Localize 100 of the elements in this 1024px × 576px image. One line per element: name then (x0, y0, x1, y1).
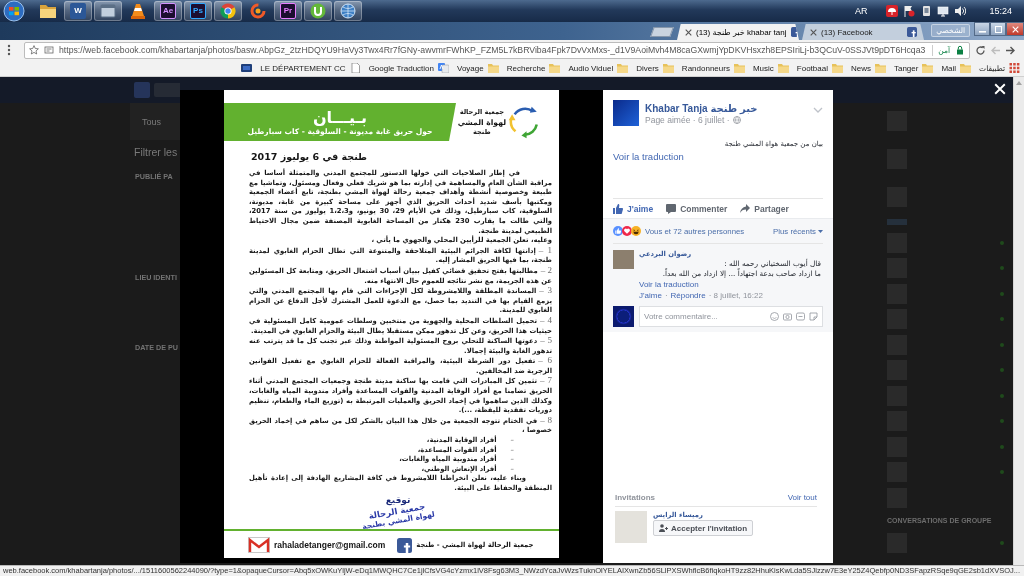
new-tab-button[interactable] (650, 27, 674, 37)
folder-icon (733, 63, 745, 73)
reload-icon[interactable] (975, 44, 986, 56)
disc-logo-icon (310, 3, 326, 19)
page-name[interactable]: Khabar Tanja خبر طنجة (645, 102, 758, 115)
scrollbar[interactable] (1013, 77, 1024, 565)
bookmark[interactable] (241, 63, 253, 73)
window-icon (100, 3, 116, 19)
heart-icon[interactable] (622, 226, 632, 236)
letter-tile: Ps (190, 3, 206, 19)
speaker-icon[interactable] (954, 5, 967, 17)
taskbar-button[interactable] (304, 1, 332, 21)
camera-icon[interactable] (783, 312, 792, 321)
email-address: rahaladetanger@gmail.com (274, 540, 386, 550)
box-icon[interactable] (796, 312, 805, 321)
monitor-icon[interactable] (937, 5, 950, 17)
circular-arrows-icon (507, 105, 541, 139)
star-icon[interactable] (29, 45, 39, 55)
bookmark[interactable]: Tanger (893, 63, 934, 73)
globe-icon (340, 3, 356, 19)
page-icon (349, 63, 361, 73)
caret-icon (818, 229, 823, 233)
folder-icon (617, 63, 629, 73)
speech-bubble-icon (666, 203, 677, 214)
minimize-button[interactable] (974, 22, 990, 36)
bookmark[interactable]: Voyage (457, 63, 499, 73)
translation-link[interactable]: Voir la traduction (613, 151, 684, 162)
folder-icon (662, 63, 674, 73)
bookmark[interactable]: Music (752, 63, 789, 73)
smiley-icon[interactable] (770, 312, 779, 321)
start-orb-icon[interactable] (2, 0, 26, 22)
umbrella-icon[interactable] (886, 5, 899, 17)
bookmark[interactable]: Divers (636, 63, 674, 73)
square-logo-icon (790, 27, 801, 37)
taskbar-button[interactable]: Pr (274, 1, 302, 21)
envelope-icon (248, 537, 270, 553)
translate-icon (438, 63, 449, 73)
folder-icon (549, 63, 561, 73)
folder-icon (777, 63, 789, 73)
comment-button[interactable]: Commenter (666, 203, 728, 214)
comment-meta: · 8 juillet, 16:22 (708, 290, 763, 302)
bookmark[interactable]: Footbaal (796, 63, 843, 73)
taskbar-button[interactable]: W (64, 1, 92, 21)
window-close-button[interactable] (1006, 22, 1024, 36)
letter-tile: W (70, 3, 86, 19)
maximize-button[interactable] (990, 22, 1006, 36)
browser-tab[interactable]: (13) خبر طنجة khabar tanj (677, 24, 799, 40)
menu-icon[interactable] (7, 44, 11, 56)
add-person-icon (659, 524, 668, 532)
cone-icon (130, 3, 146, 19)
document-title: بـيـــان (312, 107, 368, 127)
folder-icon (922, 63, 934, 73)
browser-tab[interactable]: (13) Facebook (802, 24, 924, 40)
see-all-link[interactable]: Voir tout (787, 493, 817, 502)
comment-link[interactable]: Répondre (670, 290, 706, 302)
flag-icon[interactable] (903, 5, 916, 17)
tab-title: (13) Facebook (821, 27, 874, 37)
clock[interactable]: 15:24 (989, 6, 1012, 16)
square-logo-icon (397, 537, 413, 553)
bookmark[interactable]: LE DÉPARTEMENT CC (260, 63, 361, 73)
taskbar-button[interactable] (94, 1, 122, 21)
scroll-up-icon[interactable] (1016, 81, 1022, 85)
laughing-face-icon[interactable] (631, 226, 641, 236)
filters-title: Filtrer les (134, 146, 178, 158)
share-arrow-icon (740, 203, 751, 214)
translation-link[interactable]: Voir la traduction (639, 279, 699, 290)
bookmark[interactable]: Recherche (506, 63, 561, 73)
bookmark[interactable]: News (850, 63, 886, 73)
device-icon[interactable] (920, 5, 933, 17)
folder-icon (40, 3, 56, 19)
close-icon (1011, 25, 1019, 33)
comment-link[interactable]: J'aime (639, 290, 662, 302)
search-field[interactable] (154, 83, 180, 97)
avatar-placeholder (613, 306, 634, 327)
filter-tab[interactable]: Tous (142, 116, 161, 127)
page-logo-image[interactable] (613, 100, 639, 126)
folder-icon (960, 63, 972, 73)
apps-grid-icon (1009, 63, 1020, 73)
thumbs-up-icon (613, 203, 623, 214)
right-arrow-icon[interactable] (1005, 44, 1016, 56)
like-button[interactable]: J'aime (613, 203, 654, 214)
bookmark[interactable]: Google Traduction (368, 63, 449, 73)
post-meta: Page aimée · 6 juillet · (645, 115, 730, 125)
share-button[interactable]: Partager (740, 203, 789, 214)
taskbar-button[interactable]: Ae (154, 1, 182, 21)
close-icon[interactable] (685, 28, 692, 36)
taskbar-button[interactable]: Ps (184, 1, 212, 21)
lock-icon (955, 45, 965, 55)
page-info-icon[interactable] (44, 45, 54, 55)
language-indicator[interactable]: AR (854, 6, 868, 16)
taskbar-button[interactable] (214, 1, 242, 21)
url-text: https://web.facebook.com/khabartanja/photos/basw.AbpGz_2tzHDQYU9HaVy3Twx4Rr7fGNy-awvmrFWhKP_FZM5L7kBRViba4Fpk7DvVxMxs-_d1V9AoiMvh4M8caGXwmjYpDKVHsxzh8EPSIriLj-b3QCuV-0SSJVt9pDT6Hcqa3 (59, 45, 927, 55)
chevron-down-icon[interactable] (813, 107, 823, 113)
globe-icon (732, 116, 741, 124)
ring-logo-icon (220, 3, 236, 19)
sticker-icon[interactable] (809, 312, 818, 321)
bookmark[interactable]: Audio Viduel (568, 63, 629, 73)
bookmark[interactable]: Randonneurs (681, 63, 745, 73)
accept-button[interactable]: Accepter l'invitation (653, 520, 754, 536)
bookmark[interactable]: Mail (941, 63, 972, 73)
